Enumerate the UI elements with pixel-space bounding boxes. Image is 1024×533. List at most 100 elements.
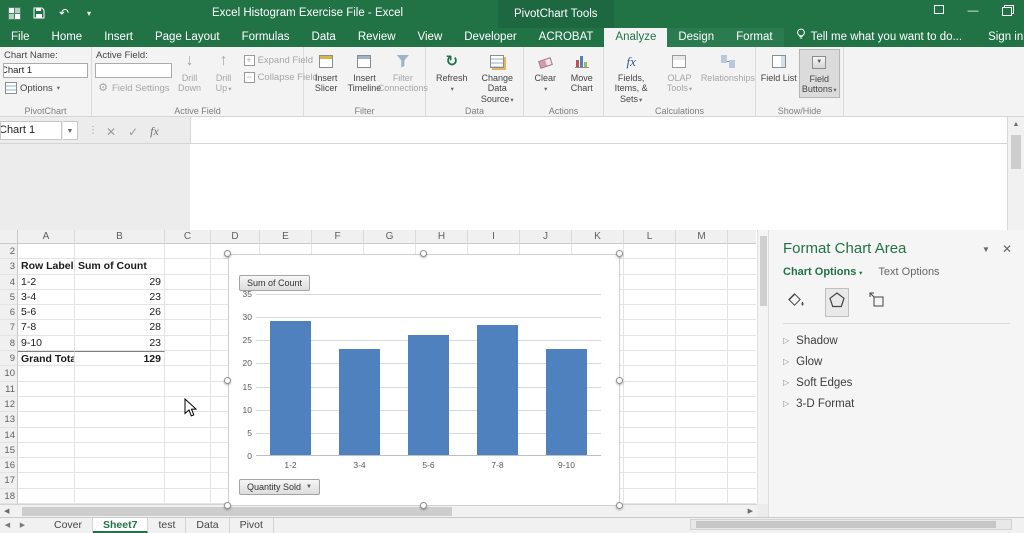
- cell-L5[interactable]: [624, 290, 676, 305]
- cell-M5[interactable]: [676, 290, 728, 305]
- drill-down-button[interactable]: ↓ Drill Down: [174, 49, 206, 96]
- sheet-tab-test[interactable]: test: [148, 518, 186, 533]
- cell-C12[interactable]: [165, 397, 211, 412]
- cell-A6[interactable]: 5-6: [18, 305, 75, 320]
- cell-B13[interactable]: [75, 412, 165, 427]
- bar-9-10[interactable]: [546, 349, 587, 455]
- select-all-corner[interactable]: [0, 230, 18, 244]
- cell-A9[interactable]: Grand Total: [18, 351, 75, 366]
- cell-M7[interactable]: [676, 320, 728, 335]
- cell-L7[interactable]: [624, 320, 676, 335]
- insert-slicer-button[interactable]: Insert Slicer: [307, 49, 345, 96]
- effects-icon[interactable]: [825, 288, 849, 317]
- row-header-3[interactable]: 3: [0, 259, 18, 274]
- cell-C3[interactable]: [165, 259, 211, 274]
- expand-chevron-icon[interactable]: ▷: [783, 399, 789, 408]
- cell-A10[interactable]: [18, 366, 75, 381]
- ribbon-tab-developer[interactable]: Developer: [453, 28, 527, 47]
- axis-field-button[interactable]: Quantity Sold▼: [239, 479, 320, 495]
- cell-C6[interactable]: [165, 305, 211, 320]
- expand-chevron-icon[interactable]: ▷: [783, 336, 789, 345]
- pivot-chart[interactable]: Sum of Count 05101520253035 1-23-45-67-8…: [228, 254, 620, 506]
- cell-L3[interactable]: [624, 259, 676, 274]
- row-header-7[interactable]: 7: [0, 320, 18, 335]
- cell-M16[interactable]: [676, 458, 728, 473]
- column-header-G[interactable]: G: [364, 230, 416, 244]
- fill-line-icon[interactable]: [783, 288, 809, 317]
- row-header-8[interactable]: 8: [0, 336, 18, 351]
- cell-A7[interactable]: 7-8: [18, 320, 75, 335]
- pane-section-glow[interactable]: ▷Glow: [783, 351, 1010, 372]
- options-button[interactable]: Options▾: [3, 80, 88, 96]
- row-header-17[interactable]: 17: [0, 473, 18, 488]
- row-header-18[interactable]: 18: [0, 489, 18, 504]
- cell-M6[interactable]: [676, 305, 728, 320]
- sign-in-button[interactable]: Sign in: [974, 28, 1024, 47]
- sheet-tab-sheet7[interactable]: Sheet7: [93, 518, 148, 533]
- enter-icon[interactable]: ✓: [128, 125, 138, 139]
- column-header-I[interactable]: I: [468, 230, 520, 244]
- chart-name-input[interactable]: Chart 1: [3, 63, 88, 78]
- ribbon-tab-file[interactable]: File: [0, 28, 41, 47]
- pane-options-icon[interactable]: ▼: [982, 245, 990, 254]
- cell-B11[interactable]: [75, 382, 165, 397]
- cell-B12[interactable]: [75, 397, 165, 412]
- cancel-icon[interactable]: ✕: [106, 125, 116, 139]
- column-header-A[interactable]: A: [18, 230, 75, 244]
- cell-M11[interactable]: [676, 382, 728, 397]
- cell-M8[interactable]: [676, 336, 728, 351]
- ribbon-tab-analyze[interactable]: Analyze: [604, 28, 667, 47]
- ribbon-tab-formulas[interactable]: Formulas: [231, 28, 301, 47]
- cell-M3[interactable]: [676, 259, 728, 274]
- cell-B3[interactable]: Sum of Count: [75, 259, 165, 274]
- cell-A8[interactable]: 9-10: [18, 336, 75, 351]
- chart-handle-s[interactable]: [420, 502, 427, 509]
- field-list-button[interactable]: Field List: [759, 49, 799, 85]
- row-header-5[interactable]: 5: [0, 290, 18, 305]
- row-header-4[interactable]: 4: [0, 275, 18, 290]
- cell-B15[interactable]: [75, 443, 165, 458]
- ribbon-tab-view[interactable]: View: [407, 28, 454, 47]
- bar-1-2[interactable]: [270, 321, 311, 455]
- row-header-16[interactable]: 16: [0, 458, 18, 473]
- cell-M10[interactable]: [676, 366, 728, 381]
- change-data-source-button[interactable]: Change Data Source▾: [475, 49, 521, 106]
- cell-A18[interactable]: [18, 489, 75, 504]
- cell-A12[interactable]: [18, 397, 75, 412]
- insert-function-icon[interactable]: fx: [150, 124, 159, 139]
- cell-B6[interactable]: 26: [75, 305, 165, 320]
- name-box-dropdown-icon[interactable]: ▼: [63, 121, 78, 140]
- cell-B2[interactable]: [75, 244, 165, 259]
- cell-L9[interactable]: [624, 351, 676, 366]
- formula-bar-drag-handle[interactable]: ⋮: [88, 125, 99, 136]
- field-settings-button[interactable]: ⚙ Field Settings: [95, 80, 172, 96]
- refresh-button[interactable]: ↻ Refresh▾: [429, 49, 475, 96]
- name-box[interactable]: Chart 1: [0, 121, 62, 140]
- chart-handle-n[interactable]: [420, 250, 427, 257]
- ribbon-tab-page-layout[interactable]: Page Layout: [144, 28, 231, 47]
- scroll-left-icon[interactable]: ◀: [4, 506, 9, 517]
- cell-L17[interactable]: [624, 473, 676, 488]
- field-buttons-button[interactable]: ▼ Field Buttons▾: [799, 49, 841, 98]
- bottom-horizontal-scrollbar[interactable]: [690, 519, 1012, 530]
- olap-tools-button[interactable]: OLAP Tools▾: [655, 49, 703, 96]
- cell-B4[interactable]: 29: [75, 275, 165, 290]
- column-header-E[interactable]: E: [260, 230, 312, 244]
- cell-A2[interactable]: [18, 244, 75, 259]
- cell-L8[interactable]: [624, 336, 676, 351]
- expand-chevron-icon[interactable]: ▷: [783, 378, 789, 387]
- cell-B5[interactable]: 23: [75, 290, 165, 305]
- pane-section-3-d-format[interactable]: ▷3-D Format: [783, 393, 1010, 414]
- ribbon-display-options-icon[interactable]: [932, 5, 946, 17]
- chart-handle-ne[interactable]: [616, 250, 623, 257]
- tell-me-box[interactable]: Tell me what you want to do...: [784, 28, 975, 47]
- column-header-B[interactable]: B: [75, 230, 165, 244]
- row-header-6[interactable]: 6: [0, 305, 18, 320]
- sheet-tab-pivot[interactable]: Pivot: [230, 518, 274, 533]
- cell-A17[interactable]: [18, 473, 75, 488]
- cell-L10[interactable]: [624, 366, 676, 381]
- clear-button[interactable]: Clear▾: [527, 49, 564, 96]
- scroll-up-icon[interactable]: ▲: [1008, 117, 1024, 128]
- cell-C17[interactable]: [165, 473, 211, 488]
- column-header-M[interactable]: M: [676, 230, 728, 244]
